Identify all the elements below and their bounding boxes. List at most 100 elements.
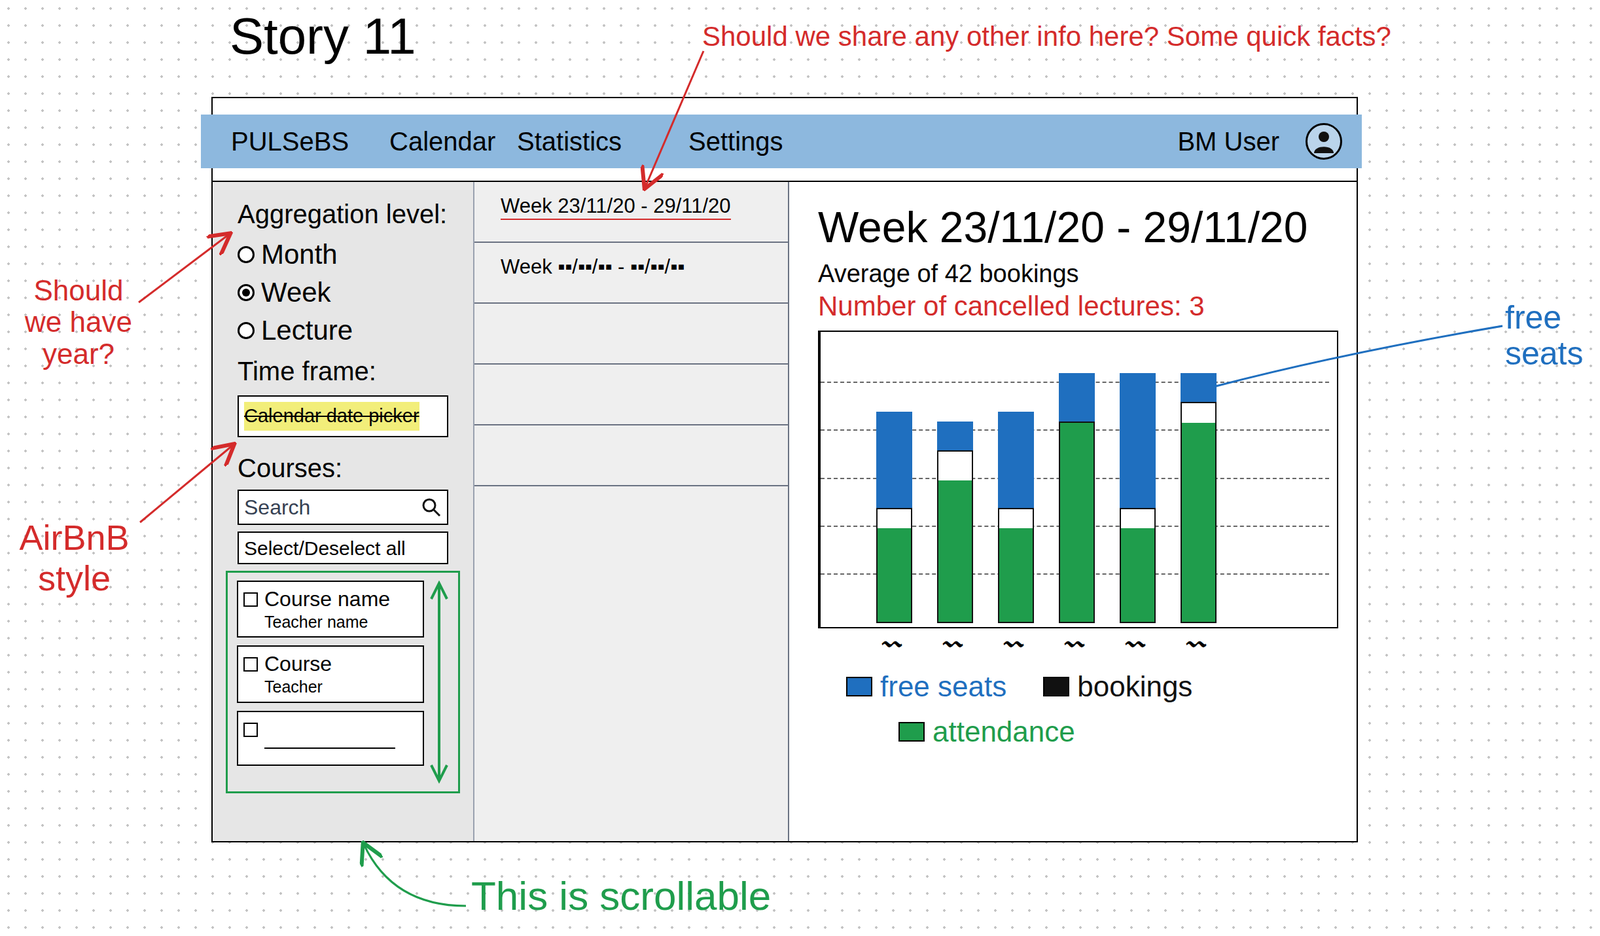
course-text [264,715,418,761]
bookings-segment [1119,507,1156,623]
option-label: Week [261,275,332,311]
free-seats-segment [997,411,1034,508]
bar[interactable] [1058,373,1095,623]
course-item[interactable]: CourseTeacher [236,645,425,703]
week-label: Week ▪▪/▪▪/▪▪ - ▪▪/▪▪/▪▪ [500,255,685,280]
story-title: Story 11 [229,10,417,62]
attendance-segment [1181,422,1216,622]
brand[interactable]: PULSeBS [231,121,390,161]
course-text: CourseTeacher [264,650,332,697]
aggregation-label: Aggregation level: [237,197,449,231]
week-row[interactable]: Week ▪▪/▪▪/▪▪ - ▪▪/▪▪/▪▪ [474,242,788,304]
legend-swatch [898,721,925,742]
option-label: Month [261,237,338,273]
attendance-segment [938,480,972,622]
annotation-arrow [363,844,466,906]
radio-button[interactable] [237,246,255,264]
week-list: Week 23/11/20 - 29/11/20 Week ▪▪/▪▪/▪▪ - … [474,181,790,841]
cancelled-lectures: Number of cancelled lectures: 3 [817,289,1357,324]
search-icon[interactable] [420,496,442,518]
bar[interactable] [997,411,1034,623]
radio-button[interactable] [237,321,255,339]
bookings-segment [997,507,1034,623]
x-label: 〰 [1177,630,1214,656]
teacher-name: Teacher name [264,611,391,633]
course-item[interactable] [236,710,425,766]
x-label: 〰 [995,630,1032,656]
bookings-segment [876,507,913,623]
bar[interactable] [1180,373,1217,623]
course-name: Course [264,650,332,677]
aggregation-option[interactable]: Lecture [237,311,449,350]
navbar: PULSeBS Calendar Statistics Settings BM … [200,114,1362,169]
bar[interactable] [937,421,974,623]
date-picker-text: Calendar date picker [244,405,420,427]
scroll-icon[interactable] [429,580,449,784]
annotation-arrow [1215,325,1503,387]
annotation: Should we have year? [13,274,144,370]
nav-item[interactable]: Calendar [389,121,517,161]
bars [820,331,1337,627]
legend-label: attendance [932,713,1076,750]
attendance-segment [877,528,911,622]
courses-label: Courses: [237,451,449,485]
annotation-arrow [140,444,233,523]
wireframe-frame: PULSeBS Calendar Statistics Settings BM … [211,96,1358,843]
legend-item: bookings [1043,668,1193,705]
user-name[interactable]: BM User [1177,121,1280,161]
course-checkbox[interactable] [243,722,258,737]
nav-item[interactable]: Statistics [516,121,689,161]
week-row[interactable]: Week 23/11/20 - 29/11/20 [474,181,788,243]
radio-dot [242,288,250,297]
legend-label: bookings [1077,668,1193,705]
option-label: Lecture [261,313,353,349]
legend-swatch [1043,676,1070,697]
course-search[interactable] [237,489,449,525]
search-input[interactable] [244,491,417,523]
annotation-arrows [0,0,1600,936]
sketch-canvas: Story 11 Should we share any other info … [0,0,1600,936]
radio-button[interactable] [237,284,255,302]
detail-panel: Week 23/11/20 - 29/11/20 Average of 42 b… [789,181,1357,841]
annotation-arrow [138,234,230,303]
select-all-button[interactable]: Select/Deselect all [237,531,449,565]
week-row[interactable] [474,364,788,426]
week-row[interactable] [474,303,788,365]
avatar-icon[interactable] [1305,123,1343,160]
free-seats-segment [876,411,913,508]
chart-legend: free seats bookingsattendance [846,668,1252,750]
course-item[interactable]: Course nameTeacher name [236,580,425,638]
legend-swatch [846,676,873,697]
bar[interactable] [876,411,913,623]
placeholder-line [264,747,396,749]
aggregation-option[interactable]: Week [237,273,449,312]
date-picker-highlight: Calendar date picker [244,401,420,431]
course-text: Course nameTeacher name [264,585,391,633]
free-seats-segment [1058,373,1095,421]
average-bookings: Average of 42 bookings [817,258,1357,290]
teacher-name: Teacher [264,676,332,697]
course-checkbox[interactable] [243,592,258,607]
annotation: AirBnB style [3,516,145,599]
nav-item[interactable]: Settings [688,121,784,161]
bar[interactable] [1119,373,1156,623]
attendance-segment [1060,422,1094,622]
bar-chart [817,330,1339,629]
aggregation-option[interactable]: Month [237,235,449,274]
course-list[interactable]: Course nameTeacher name CourseTeacher [225,570,461,794]
annotation: free seats [1505,299,1594,372]
attendance-segment [999,528,1033,622]
legend-item: free seats [846,668,1007,705]
date-picker[interactable]: Calendar date picker [237,395,449,438]
bookings-segment [1058,421,1095,623]
legend-label: free seats [880,668,1007,705]
x-label: 〰 [1056,630,1093,656]
bookings-segment [1180,401,1217,623]
course-name: Course name [264,585,391,612]
annotation-arrow [645,51,704,188]
week-row[interactable] [474,425,788,487]
course-checkbox[interactable] [243,657,258,672]
annotation: This is scrollable [471,870,771,922]
x-label: 〰 [1117,630,1154,656]
annotation: Should we share any other info here? Som… [702,19,1392,55]
